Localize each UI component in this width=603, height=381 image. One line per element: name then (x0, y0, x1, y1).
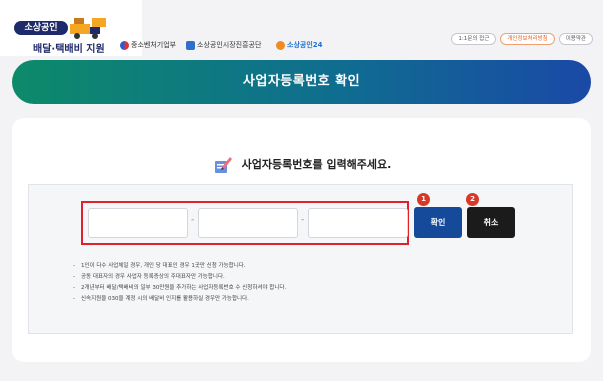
confirm-button[interactable]: 확인 (414, 207, 462, 238)
business-number-fields: - - (81, 201, 409, 245)
business-number-part3-input[interactable] (308, 208, 408, 238)
pencil-document-icon (214, 157, 232, 173)
logo-subtitle: 배달·택배비 지원 (33, 44, 105, 55)
delivery-truck-icon (70, 18, 106, 39)
inquiry-link[interactable]: 1:1문의 접근 (451, 33, 497, 45)
sbiz24-emblem-icon (276, 40, 285, 50)
privacy-link[interactable]: 개인정보처리방침 (500, 33, 555, 45)
org-logo-sbiz24[interactable]: 소상공인24 (276, 40, 323, 50)
step-badge-2: 2 (466, 193, 479, 206)
org-logo-semas[interactable]: 소상공인시장진흥공단 (186, 40, 261, 50)
separator: - (191, 215, 195, 225)
separator: - (301, 215, 305, 225)
utility-links: 1:1문의 접근 개인정보처리방침 이용약관 (451, 33, 593, 45)
logo-top-label: 소상공인 (14, 21, 68, 35)
notice-list: 1인이 다수 사업체일 경우, 개인 당 대표인 경우 1곳만 신청 가능합니다… (73, 261, 286, 305)
notice-item: 2개년부터 배달/택배비의 일부 30만원을 추가하는 사업자등록번호 수 신청… (73, 283, 286, 294)
prompt-text: 사업자등록번호를 입력해주세요. (241, 158, 392, 171)
notice-item: 1인이 다수 사업체일 경우, 개인 당 대표인 경우 1곳만 신청 가능합니다… (73, 261, 286, 272)
notice-item: 신속지원을 030을 계정 시의 배달비 인지를 활용하실 경우만 가능합니다. (73, 294, 286, 305)
terms-link[interactable]: 이용약관 (558, 33, 593, 45)
business-number-part1-input[interactable] (88, 208, 188, 238)
input-panel: - - 1 확인 2 취소 1인이 다수 사업체일 경우, 개인 당 대표인 경… (28, 184, 573, 334)
prompt-row: 사업자등록번호를 입력해주세요. (12, 152, 591, 176)
org-label: 중소벤처기업부 (131, 41, 177, 49)
notice-item: 공동 대표자의 경우 사업자 등록증상의 주대표자만 가능합니다. (73, 272, 286, 283)
mss-emblem-icon (120, 40, 129, 50)
step-badge-1: 1 (417, 193, 430, 206)
site-header: 소상공인 배달·택배비 지원 중소벤처기업부 소상공인시장진흥공단 소상공인24… (0, 0, 603, 56)
verification-card: 사업자등록번호를 입력해주세요. - - 1 확인 2 취소 1인이 다수 사업… (12, 118, 591, 362)
cancel-button[interactable]: 취소 (467, 207, 515, 238)
org-logo-mss[interactable]: 중소벤처기업부 (120, 40, 176, 50)
org-label: 소상공인시장진흥공단 (197, 41, 262, 49)
business-number-part2-input[interactable] (198, 208, 298, 238)
page-title-banner: 사업자등록번호 확인 (12, 60, 591, 104)
semas-emblem-icon (186, 40, 195, 50)
org-label: 소상공인24 (287, 41, 323, 49)
